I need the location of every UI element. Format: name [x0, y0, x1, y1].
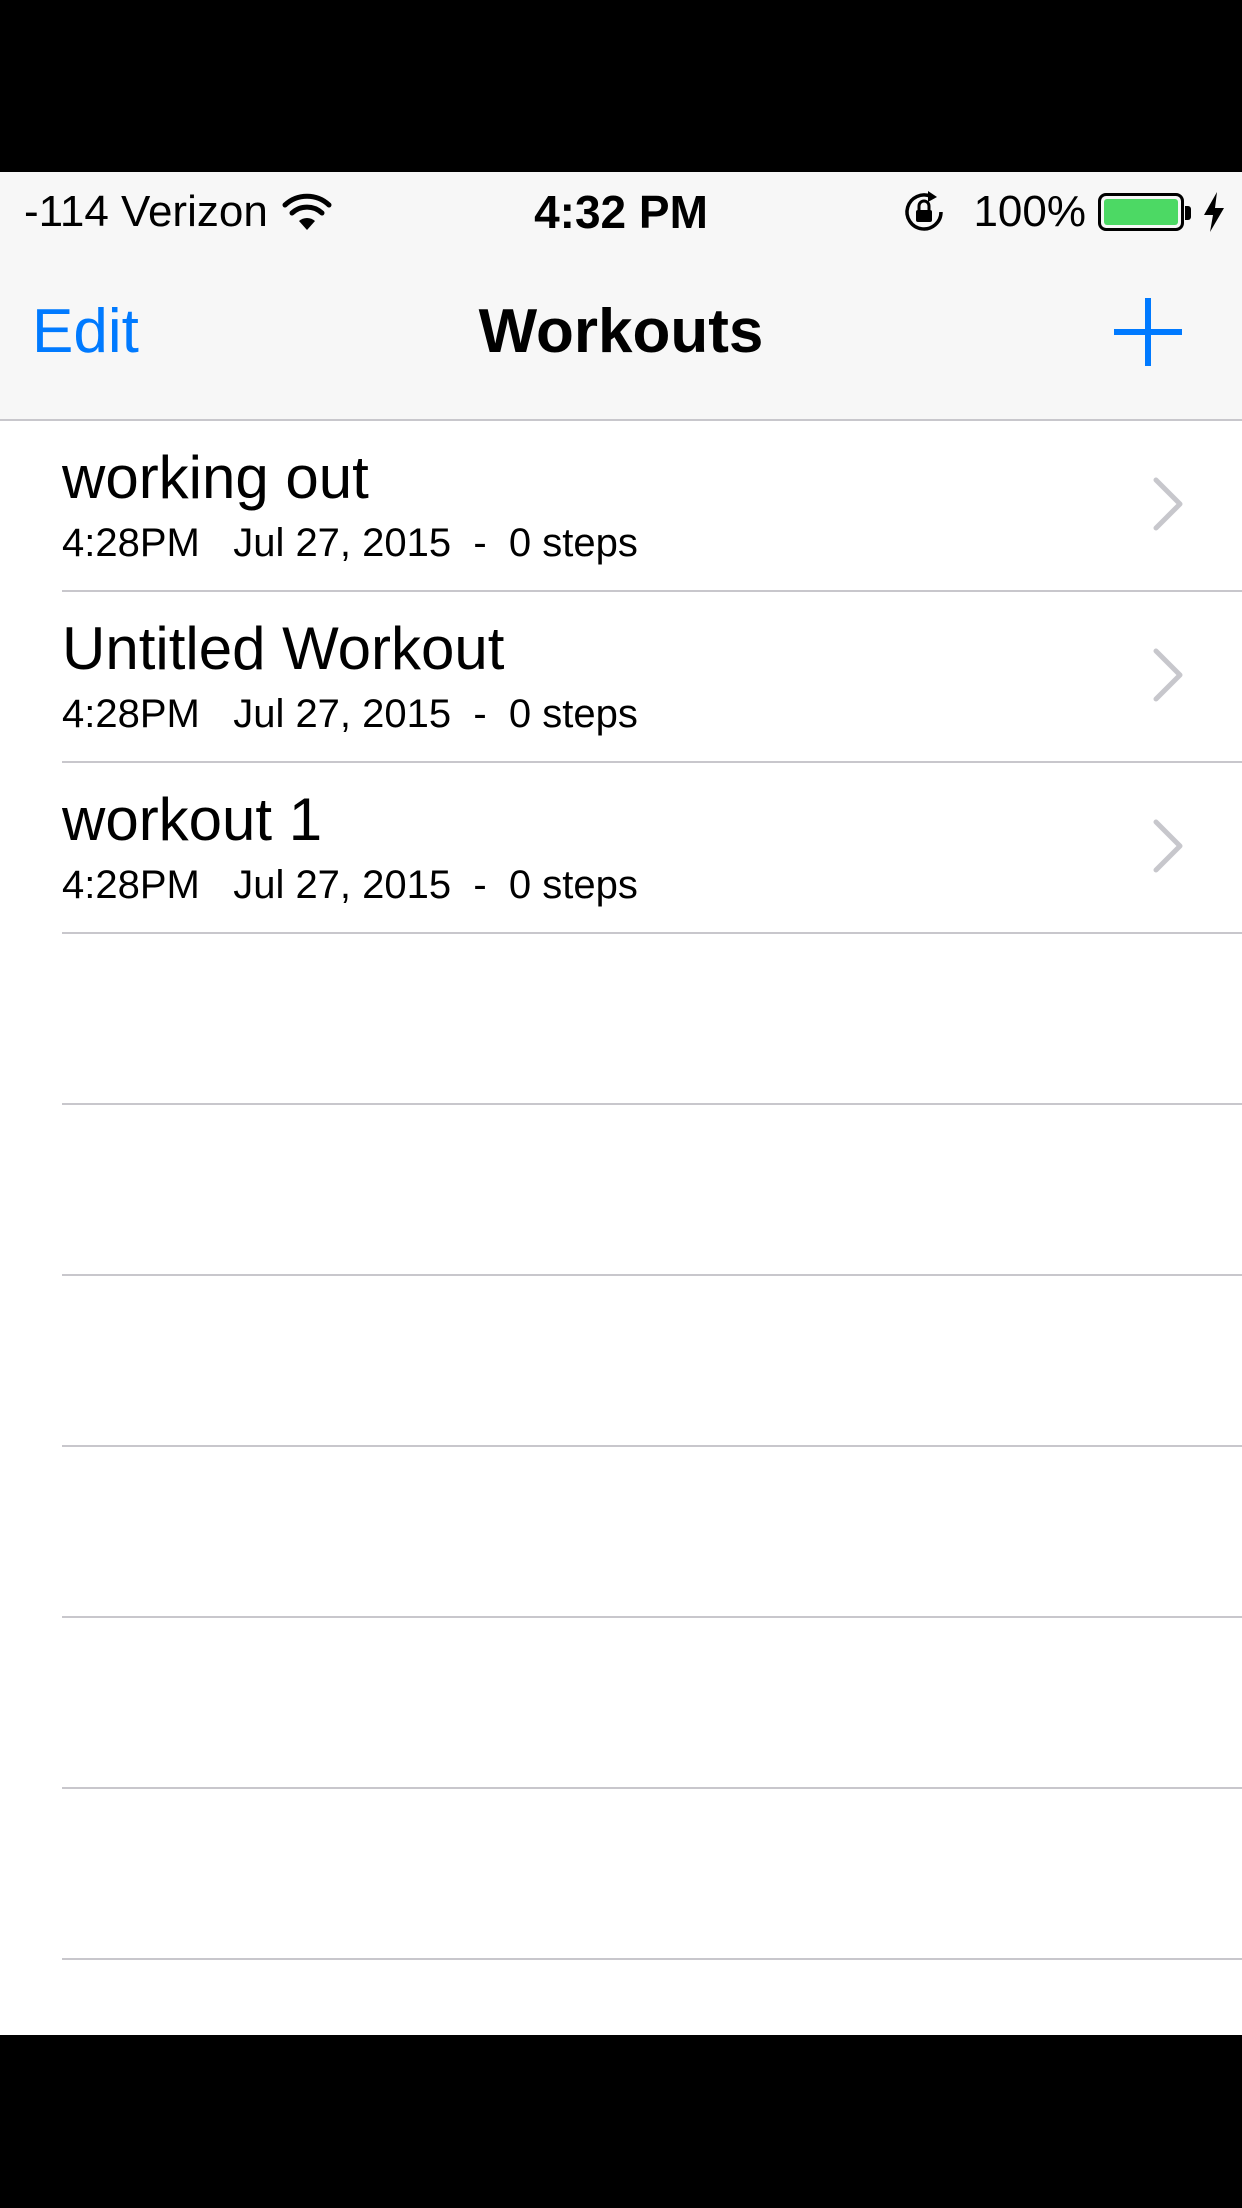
- app-screen: -114 Verizon 4:32 PM 100% Edit Workouts …: [0, 172, 1242, 2035]
- battery-tip: [1185, 206, 1191, 220]
- battery-percent: 100%: [973, 187, 1086, 236]
- empty-row: [62, 1447, 1242, 1618]
- charging-bolt-icon: [1204, 192, 1224, 232]
- status-right: 100%: [901, 184, 1226, 240]
- workout-title: working out: [62, 444, 369, 511]
- workouts-table: working out 4:28PM Jul 27, 2015 - 0 step…: [0, 421, 1242, 1960]
- add-workout-button[interactable]: [1110, 294, 1186, 370]
- rotation-lock-icon: [905, 191, 944, 231]
- chevron-right-icon: [1152, 647, 1184, 703]
- letterbox-top: [0, 0, 1242, 172]
- workout-subtitle: 4:28PM Jul 27, 2015 - 0 steps: [62, 863, 638, 907]
- empty-row: [62, 934, 1242, 1105]
- empty-row: [62, 1789, 1242, 1960]
- workout-subtitle: 4:28PM Jul 27, 2015 - 0 steps: [62, 692, 638, 736]
- empty-row: [62, 1276, 1242, 1447]
- workout-title: Untitled Workout: [62, 615, 505, 682]
- workout-row[interactable]: Untitled Workout 4:28PM Jul 27, 2015 - 0…: [62, 592, 1242, 763]
- workout-row[interactable]: working out 4:28PM Jul 27, 2015 - 0 step…: [62, 421, 1242, 592]
- battery-fill: [1104, 199, 1178, 225]
- workout-title: workout 1: [62, 786, 323, 853]
- page-title: Workouts: [478, 297, 764, 366]
- navigation-bar: Edit Workouts: [0, 252, 1242, 421]
- chevron-right-icon: [1152, 818, 1184, 874]
- empty-row: [62, 1618, 1242, 1789]
- letterbox-bottom: [0, 2035, 1242, 2208]
- plus-icon: [1114, 298, 1182, 366]
- workout-subtitle: 4:28PM Jul 27, 2015 - 0 steps: [62, 521, 638, 565]
- workout-row[interactable]: workout 1 4:28PM Jul 27, 2015 - 0 steps: [62, 763, 1242, 934]
- battery-icon: [1098, 193, 1191, 231]
- chevron-right-icon: [1152, 476, 1184, 532]
- empty-row: [62, 1105, 1242, 1276]
- status-bar: -114 Verizon 4:32 PM 100%: [0, 172, 1242, 252]
